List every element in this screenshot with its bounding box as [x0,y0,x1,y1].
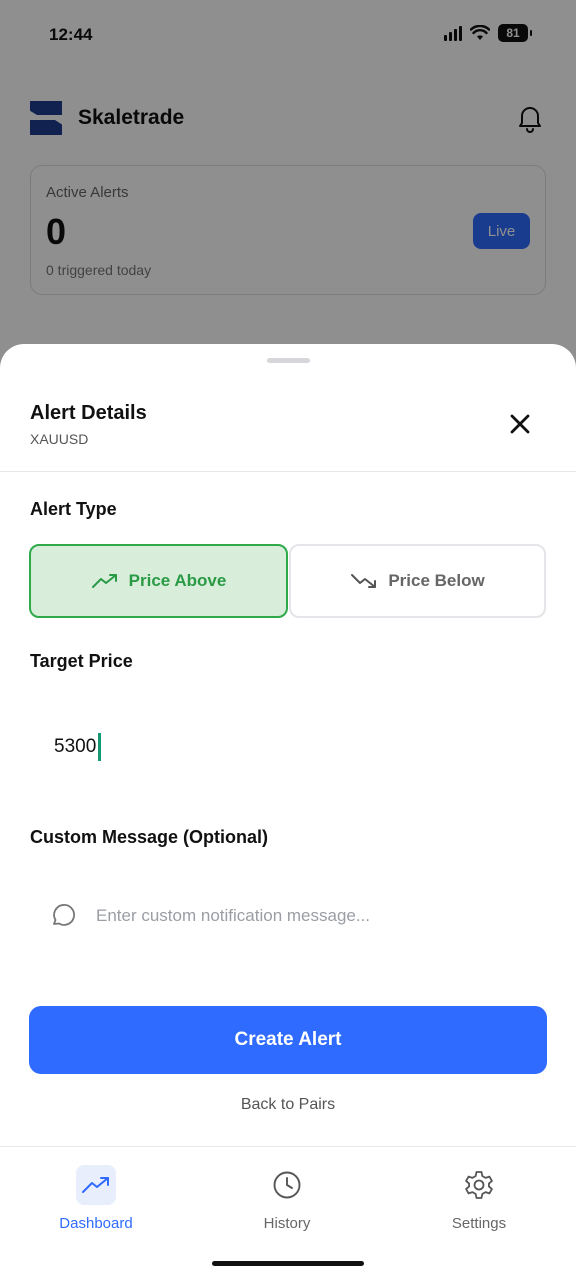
close-icon [510,414,530,434]
target-price-input[interactable]: 5300 [54,733,102,761]
sheet-grabber[interactable] [267,358,310,363]
sheet-title: Alert Details [30,402,147,424]
tab-dashboard-label: Dashboard [59,1215,133,1232]
price-below-option[interactable]: Price Below [289,544,546,618]
alert-type-label: Alert Type [30,499,117,519]
price-above-label: Price Above [128,571,227,590]
alert-details-sheet: Alert Details XAUUSD Alert Type Price Ab… [0,344,576,1146]
bottom-tab-bar: Dashboard History Settings [0,1146,576,1280]
tab-settings-label: Settings [451,1215,507,1232]
header-divider [0,471,576,472]
trending-up-icon [91,574,117,588]
custom-message-input[interactable]: Enter custom notification message... [48,902,370,930]
trending-up-icon [82,1177,109,1193]
create-alert-button[interactable]: Create Alert [29,1006,547,1074]
gear-icon [465,1171,493,1199]
close-button[interactable] [506,410,534,438]
sheet-pair-symbol: XAUUSD [30,431,89,447]
custom-message-placeholder: Enter custom notification message... [96,906,371,925]
tab-history[interactable]: History [222,1165,352,1232]
tab-settings[interactable]: Settings [414,1165,544,1232]
tab-history-label: History [263,1215,311,1232]
clock-icon [273,1171,301,1199]
home-indicator [212,1261,364,1266]
target-price-value: 5300 [54,736,97,757]
trending-down-icon [351,574,377,588]
price-above-option[interactable]: Price Above [29,544,288,618]
back-to-pairs-link[interactable]: Back to Pairs [0,1096,576,1114]
message-bubble-icon [53,904,75,926]
tab-dashboard[interactable]: Dashboard [31,1165,161,1232]
target-price-label: Target Price [30,651,133,671]
price-below-label: Price Below [388,571,485,590]
custom-message-label: Custom Message (Optional) [30,827,269,847]
text-caret [98,733,102,761]
